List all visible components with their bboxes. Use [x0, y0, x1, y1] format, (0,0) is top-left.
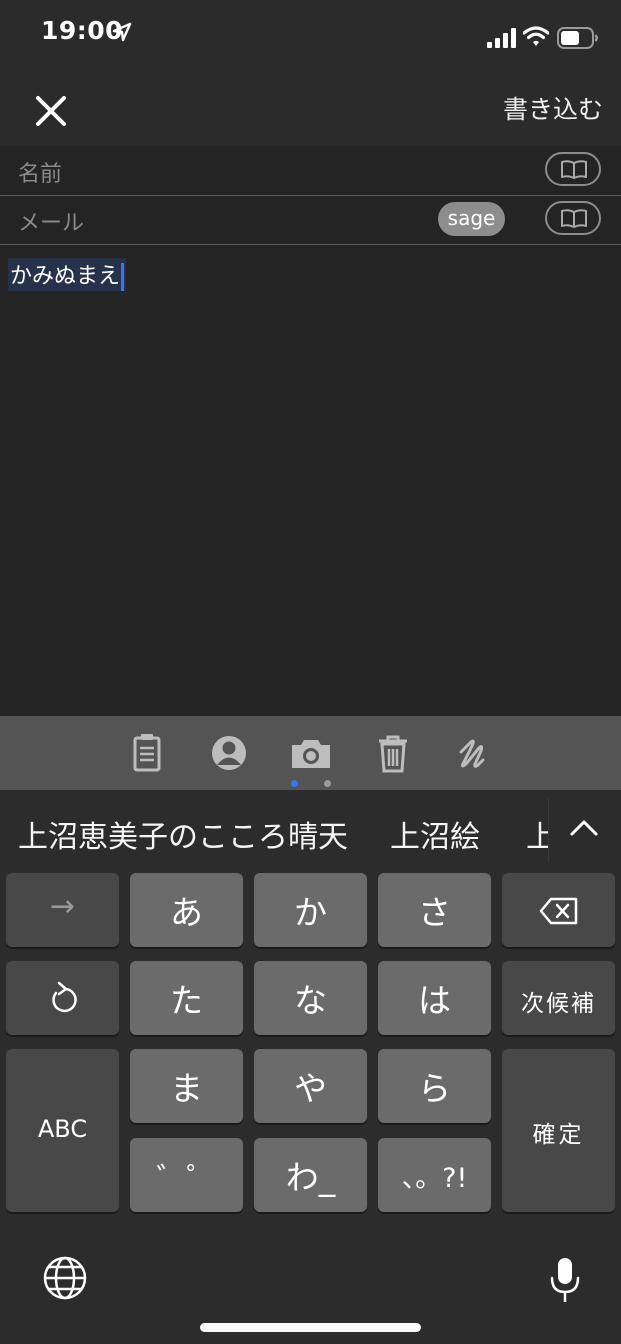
key-label: や	[294, 1069, 327, 1108]
key-label: は	[418, 981, 451, 1020]
key-wa[interactable]: わ_	[254, 1138, 367, 1212]
key-label: ABC	[37, 1115, 88, 1143]
home-indicator	[200, 1323, 421, 1332]
name-history-button[interactable]	[545, 152, 601, 186]
mail-field[interactable]: メール sage	[0, 196, 621, 245]
toolbar-page-indicator	[324, 780, 331, 787]
text-cursor	[121, 263, 125, 291]
key-punctuation[interactable]: 、。?!	[378, 1138, 491, 1212]
undo-icon	[52, 981, 77, 1013]
undo-key[interactable]	[6, 961, 119, 1035]
key-label: ゛゜	[156, 1162, 217, 1197]
book-icon	[561, 160, 587, 179]
microphone-icon[interactable]	[548, 1256, 582, 1304]
backspace-icon	[539, 897, 578, 925]
chevron-up-icon[interactable]	[566, 812, 602, 842]
toolbar-page-indicator-active	[291, 780, 298, 787]
key-na[interactable]: な	[254, 961, 367, 1035]
camera-icon[interactable]	[288, 730, 334, 776]
key-label: →	[49, 889, 76, 924]
draw-icon[interactable]	[453, 730, 499, 776]
key-label: ら	[418, 1069, 451, 1108]
candidate-item[interactable]: 上沼絵	[390, 812, 480, 856]
confirm-key[interactable]: 確定	[502, 1049, 615, 1212]
name-field[interactable]: 名前	[0, 147, 621, 196]
key-label: さ	[418, 893, 451, 932]
key-label: な	[294, 981, 327, 1020]
location-arrow-icon	[112, 22, 132, 42]
mail-placeholder: メール	[18, 211, 85, 236]
candidate-item[interactable]: 上沼恵美子のこころ晴天	[18, 812, 348, 856]
wifi-icon	[523, 26, 549, 46]
submit-button[interactable]: 書き込む	[503, 90, 603, 126]
battery-icon	[557, 27, 598, 49]
key-dakuten[interactable]: ゛゜	[130, 1138, 243, 1212]
key-next-arrow[interactable]: →	[6, 873, 119, 947]
trash-icon[interactable]	[370, 730, 416, 776]
key-sa[interactable]: さ	[378, 873, 491, 947]
key-label: 確定	[532, 1122, 585, 1148]
person-icon[interactable]	[206, 730, 252, 776]
key-label: ま	[170, 1069, 203, 1108]
mail-history-button[interactable]	[545, 201, 601, 235]
globe-icon[interactable]	[42, 1255, 88, 1301]
backspace-key[interactable]	[502, 873, 615, 947]
candidate-divider	[548, 798, 549, 862]
key-label: 、。?!	[401, 1163, 468, 1194]
key-a[interactable]: あ	[130, 873, 243, 947]
key-ma[interactable]: ま	[130, 1049, 243, 1123]
key-ta[interactable]: た	[130, 961, 243, 1035]
key-ra[interactable]: ら	[378, 1049, 491, 1123]
key-ya[interactable]: や	[254, 1049, 367, 1123]
book-icon	[561, 209, 587, 228]
sage-button[interactable]: sage	[438, 202, 505, 236]
key-label: 次候補	[521, 991, 596, 1017]
clipboard-icon[interactable]	[124, 730, 170, 776]
cell-signal-icon	[487, 28, 516, 48]
key-label: か	[294, 893, 327, 932]
next-candidate-key[interactable]: 次候補	[502, 961, 615, 1035]
status-time: 19:00	[41, 16, 124, 45]
message-body-text: かみぬまえ	[10, 264, 121, 289]
message-body-input[interactable]: かみぬまえ	[8, 258, 127, 291]
key-label: あ	[170, 893, 203, 932]
key-ha[interactable]: は	[378, 961, 491, 1035]
close-icon[interactable]	[30, 90, 72, 132]
key-label: た	[170, 981, 203, 1020]
key-ka[interactable]: か	[254, 873, 367, 947]
abc-key[interactable]: ABC	[6, 1049, 119, 1212]
attachment-toolbar	[0, 716, 621, 790]
message-body-area[interactable]	[0, 246, 621, 716]
key-label: わ_	[285, 1158, 336, 1197]
name-placeholder: 名前	[18, 162, 63, 187]
